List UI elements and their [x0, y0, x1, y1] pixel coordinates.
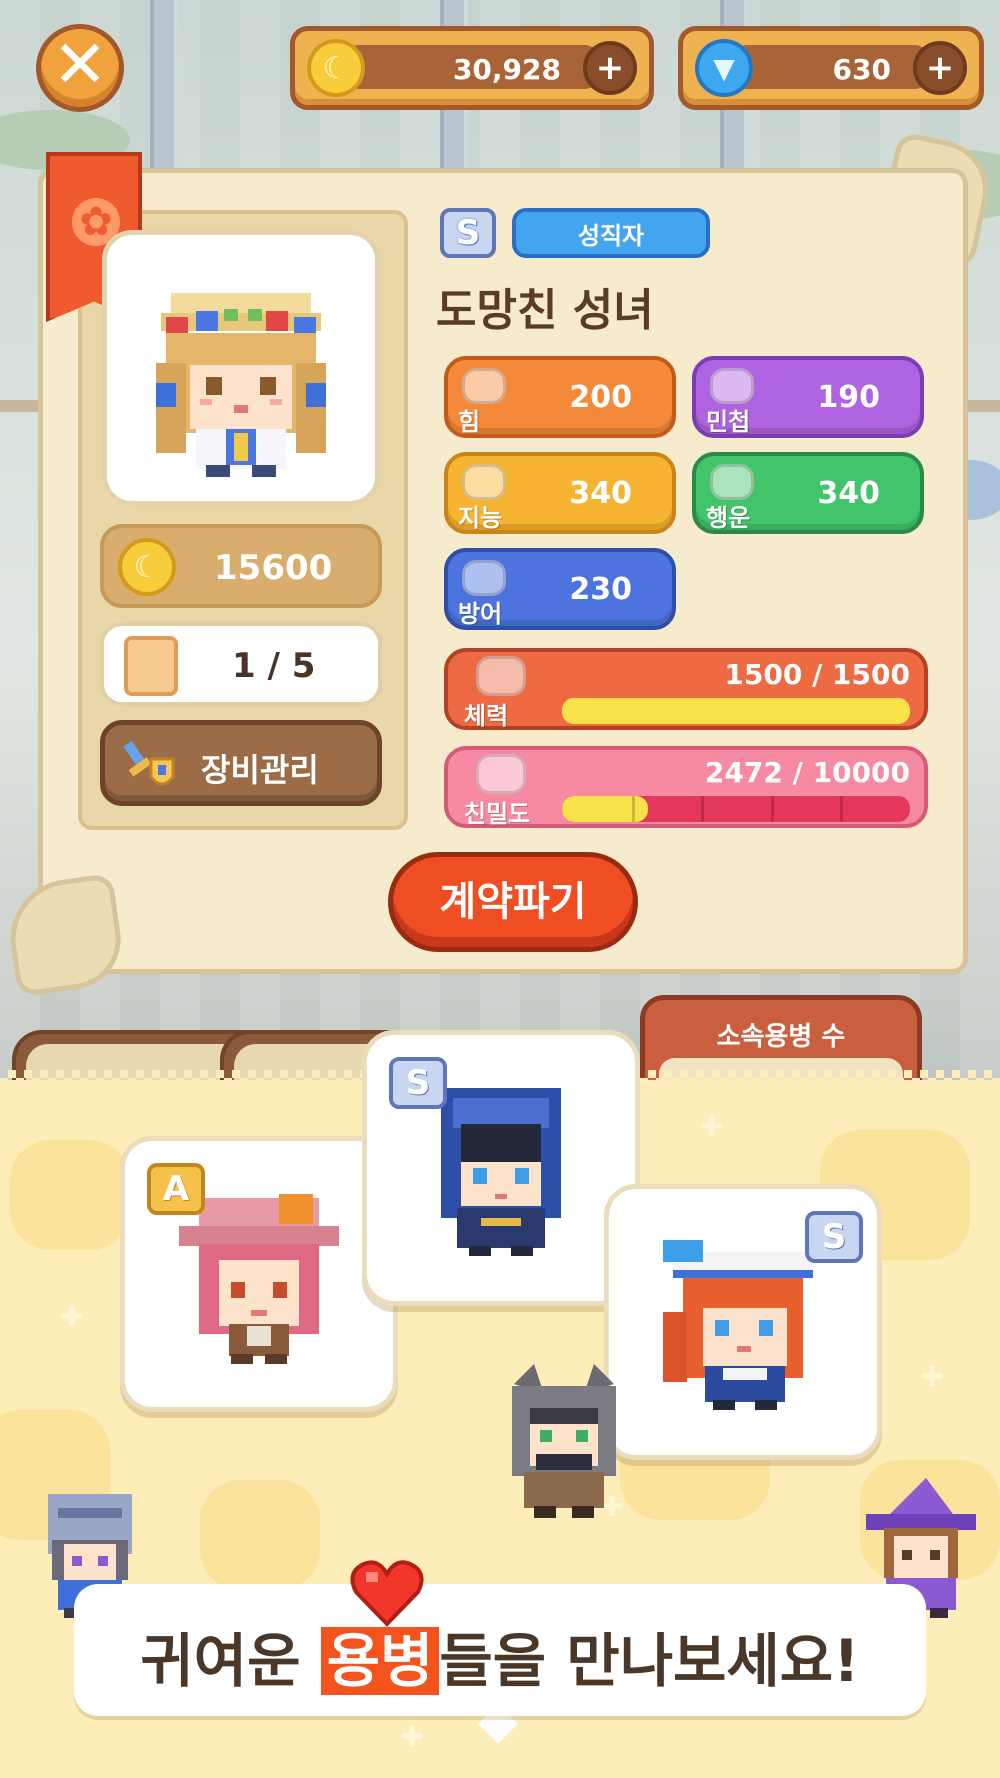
add-gem-button[interactable]: + — [913, 41, 967, 95]
heart-letter-icon — [476, 754, 526, 794]
character-name: 도망친 성녀 — [436, 285, 654, 336]
cancel-contract-button[interactable]: 계약파기 — [388, 852, 638, 952]
hp-label: 체력 — [464, 702, 509, 730]
hp-bar: 체력 1500 / 1500 — [444, 648, 928, 730]
class-tag: 성직자 — [512, 208, 710, 258]
affinity-label: 친밀도 — [464, 800, 531, 828]
gold-amount: 30,928 — [452, 53, 561, 86]
card-rank-badge: S — [805, 1211, 863, 1263]
stat-label: 지능 — [458, 504, 503, 532]
gold-coin-icon: ☾ — [307, 39, 365, 97]
plus-icon: + — [595, 48, 625, 88]
price-display: ☾ 15600 — [100, 524, 382, 608]
owned-count-display: 1 / 5 — [100, 622, 382, 706]
stat-value: 190 — [817, 380, 880, 415]
heart-icon — [350, 1560, 424, 1627]
stat-label: 행운 — [706, 504, 751, 532]
scroll-icon — [124, 636, 178, 696]
stat-label: 민첩 — [706, 408, 751, 436]
stat-label: 방어 — [458, 600, 503, 628]
mercenary-card[interactable]: S — [362, 1030, 640, 1306]
stat-intelligence: 지능 340 — [444, 452, 676, 534]
character-price: 15600 — [214, 548, 333, 588]
card-rank-badge: S — [389, 1057, 447, 1109]
stat-value: 230 — [569, 572, 632, 607]
mercenary-card[interactable]: S — [604, 1184, 882, 1460]
roster-count-label: 소속용병 수 — [716, 1022, 846, 1052]
promo-highlight: 용병 — [320, 1627, 440, 1695]
affinity-track — [562, 796, 910, 822]
hp-value: 1500 / 1500 — [724, 658, 910, 691]
speed-icon — [710, 368, 754, 404]
promo-text-before: 귀여운 — [140, 1627, 321, 1695]
cancel-contract-label: 계약파기 — [439, 879, 587, 925]
promo-banner: 귀여운 용병 들을 만나보세요! — [74, 1584, 926, 1716]
saintess-sprite — [156, 293, 326, 477]
plus-icon: + — [925, 48, 955, 88]
stat-value: 340 — [817, 476, 880, 511]
affinity-bar: 친밀도 2472 / 10000 — [444, 746, 928, 828]
gold-coin-icon: ☾ — [118, 538, 176, 596]
star-icon — [462, 464, 506, 500]
rank-badge: S — [440, 208, 496, 258]
cat-hood-mercenary-sprite — [512, 1364, 616, 1518]
owned-count: 1 / 5 — [232, 646, 316, 686]
affinity-fill — [562, 796, 649, 822]
equipment-manage-label: 장비관리 — [201, 751, 319, 789]
stat-value: 340 — [569, 476, 632, 511]
hp-track — [562, 698, 910, 724]
close-button[interactable]: ✕ — [36, 24, 124, 112]
affinity-value: 2472 / 10000 — [704, 756, 910, 789]
stat-value: 200 — [569, 380, 632, 415]
gem-icon: ▼ — [695, 39, 753, 97]
stat-defense: 방어 230 — [444, 548, 676, 630]
stat-label: 힘 — [458, 408, 481, 436]
stat-strength: 힘 200 — [444, 356, 676, 438]
equipment-manage-button[interactable]: 장비관리 — [100, 720, 382, 806]
add-gold-button[interactable]: + — [583, 41, 637, 95]
close-icon: ✕ — [52, 26, 108, 103]
stat-luck: 행운 340 — [692, 452, 924, 534]
heart-icon — [476, 656, 526, 696]
card-rank-badge: A — [147, 1163, 205, 1215]
shield-icon — [462, 560, 506, 596]
stat-agility: 민첩 190 — [692, 356, 924, 438]
character-portrait — [102, 230, 380, 506]
gold-bar: ☾ 30,928 + — [290, 26, 654, 110]
clover-icon — [710, 464, 754, 500]
promo-text-after: 들을 만나보세요! — [439, 1627, 860, 1695]
pillar — [150, 0, 178, 180]
gem-bar: ▼ 630 + — [678, 26, 984, 110]
mercenary-card[interactable]: A — [120, 1136, 398, 1412]
hp-fill — [562, 698, 910, 724]
sword-shield-icon — [123, 740, 175, 786]
fist-icon — [462, 368, 506, 404]
promo-text: 귀여운 용병 들을 만나보세요! — [74, 1614, 926, 1698]
gem-amount: 630 — [832, 53, 891, 86]
